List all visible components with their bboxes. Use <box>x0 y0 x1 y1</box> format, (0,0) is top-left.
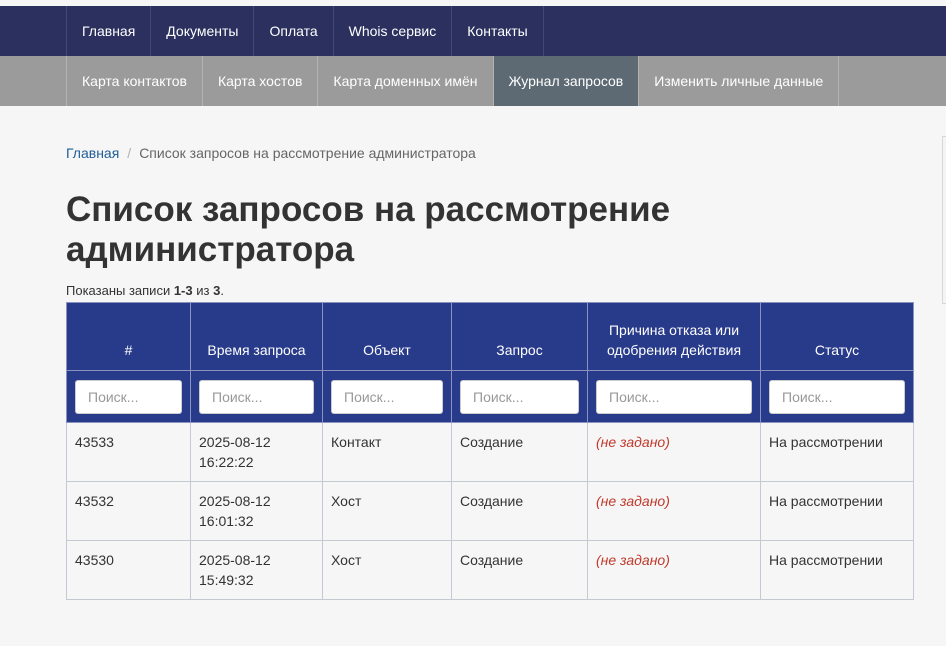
cell-request-time: 2025-08-12 16:01:32 <box>190 481 323 541</box>
table-row[interactable]: 43530 2025-08-12 15:49:32 Хост Создание (… <box>66 540 914 600</box>
summary-prefix: Показаны записи <box>66 283 174 298</box>
sub-navbar: Карта контактов Карта хостов Карта домен… <box>0 56 946 106</box>
cell-request: Создание <box>451 422 588 482</box>
nav-item-whois[interactable]: Whois сервис <box>332 6 452 56</box>
cell-reason: (не задано) <box>587 422 761 482</box>
nav-item-contacts[interactable]: Контакты <box>451 6 544 56</box>
column-header-request[interactable]: Запрос <box>451 302 588 371</box>
filter-cell-request <box>451 370 588 423</box>
cell-time: 15:49:32 <box>199 572 254 588</box>
filter-input-object[interactable] <box>331 379 443 414</box>
filter-input-request[interactable] <box>460 379 579 414</box>
top-navbar: Главная Документы Оплата Whois сервис Ко… <box>0 6 946 56</box>
breadcrumb-home-link[interactable]: Главная <box>66 145 119 161</box>
cell-time: 16:22:22 <box>199 454 254 470</box>
nav-item-documents[interactable]: Документы <box>150 6 253 56</box>
cell-object: Хост <box>322 540 452 600</box>
column-header-object[interactable]: Объект <box>322 302 452 371</box>
column-header-reason[interactable]: Причина отказа или одобрения действия <box>587 302 761 371</box>
filter-input-reason[interactable] <box>596 379 752 414</box>
filter-input-id[interactable] <box>75 379 182 414</box>
column-header-request-time[interactable]: Время запроса <box>190 302 323 371</box>
cell-status: На рассмотрении <box>760 481 914 541</box>
cell-object: Хост <box>322 481 452 541</box>
cell-date: 2025-08-12 <box>199 552 271 568</box>
cell-status: На рассмотрении <box>760 422 914 482</box>
filter-input-request-time[interactable] <box>199 379 314 414</box>
cell-request-time: 2025-08-12 15:49:32 <box>190 540 323 600</box>
cell-request-time: 2025-08-12 16:22:22 <box>190 422 323 482</box>
subnav-item-domain-map[interactable]: Карта доменных имён <box>317 56 492 106</box>
cell-reason: (не задано) <box>587 481 761 541</box>
cell-object: Контакт <box>322 422 452 482</box>
table-row[interactable]: 43532 2025-08-12 16:01:32 Хост Создание (… <box>66 481 914 541</box>
summary-range: 1-3 <box>173 283 193 298</box>
subnav-item-edit-profile[interactable]: Изменить личные данные <box>638 56 840 106</box>
subnav-item-request-log[interactable]: Журнал запросов <box>492 56 639 106</box>
page-title: Список запросов на рассмотрение админист… <box>66 190 671 269</box>
requests-table: # Время запроса Объект Запрос Причина от… <box>66 302 914 600</box>
cell-status: На рассмотрении <box>760 540 914 600</box>
filter-cell-reason <box>587 370 761 423</box>
subnav-item-host-map[interactable]: Карта хостов <box>201 56 317 106</box>
cell-id: 43533 <box>66 422 191 482</box>
column-header-id[interactable]: # <box>66 302 191 371</box>
summary-end: . <box>220 283 224 298</box>
cell-reason: (не задано) <box>587 540 761 600</box>
cell-request: Создание <box>451 540 588 600</box>
results-summary: Показаны записи 1-3 из 3. <box>66 283 224 298</box>
subnav-item-contact-map[interactable]: Карта контактов <box>66 56 202 106</box>
cell-date: 2025-08-12 <box>199 434 271 450</box>
filter-cell-id <box>66 370 191 423</box>
table-row[interactable]: 43533 2025-08-12 16:22:22 Контакт Создани… <box>66 422 914 482</box>
breadcrumb: Главная / Список запросов на рассмотрение … <box>66 145 476 161</box>
not-set-label: (не задано) <box>596 552 670 568</box>
side-panel-edge <box>942 136 946 304</box>
cell-request: Создание <box>451 481 588 541</box>
cell-time: 16:01:32 <box>199 513 254 529</box>
breadcrumb-separator: / <box>127 145 132 161</box>
cell-id: 43530 <box>66 540 191 600</box>
not-set-label: (не задано) <box>596 493 670 509</box>
cell-id: 43532 <box>66 481 191 541</box>
not-set-label: (не задано) <box>596 434 670 450</box>
breadcrumb-current: Список запросов на рассмотрение админист… <box>139 145 476 161</box>
cell-date: 2025-08-12 <box>199 493 271 509</box>
filter-cell-object <box>322 370 452 423</box>
summary-mid: из <box>192 283 214 298</box>
nav-item-payment[interactable]: Оплата <box>253 6 332 56</box>
filter-cell-request-time <box>190 370 323 423</box>
column-header-status[interactable]: Статус <box>760 302 914 371</box>
filter-input-status[interactable] <box>769 379 905 414</box>
filter-cell-status <box>760 370 914 423</box>
nav-item-home[interactable]: Главная <box>66 6 150 56</box>
